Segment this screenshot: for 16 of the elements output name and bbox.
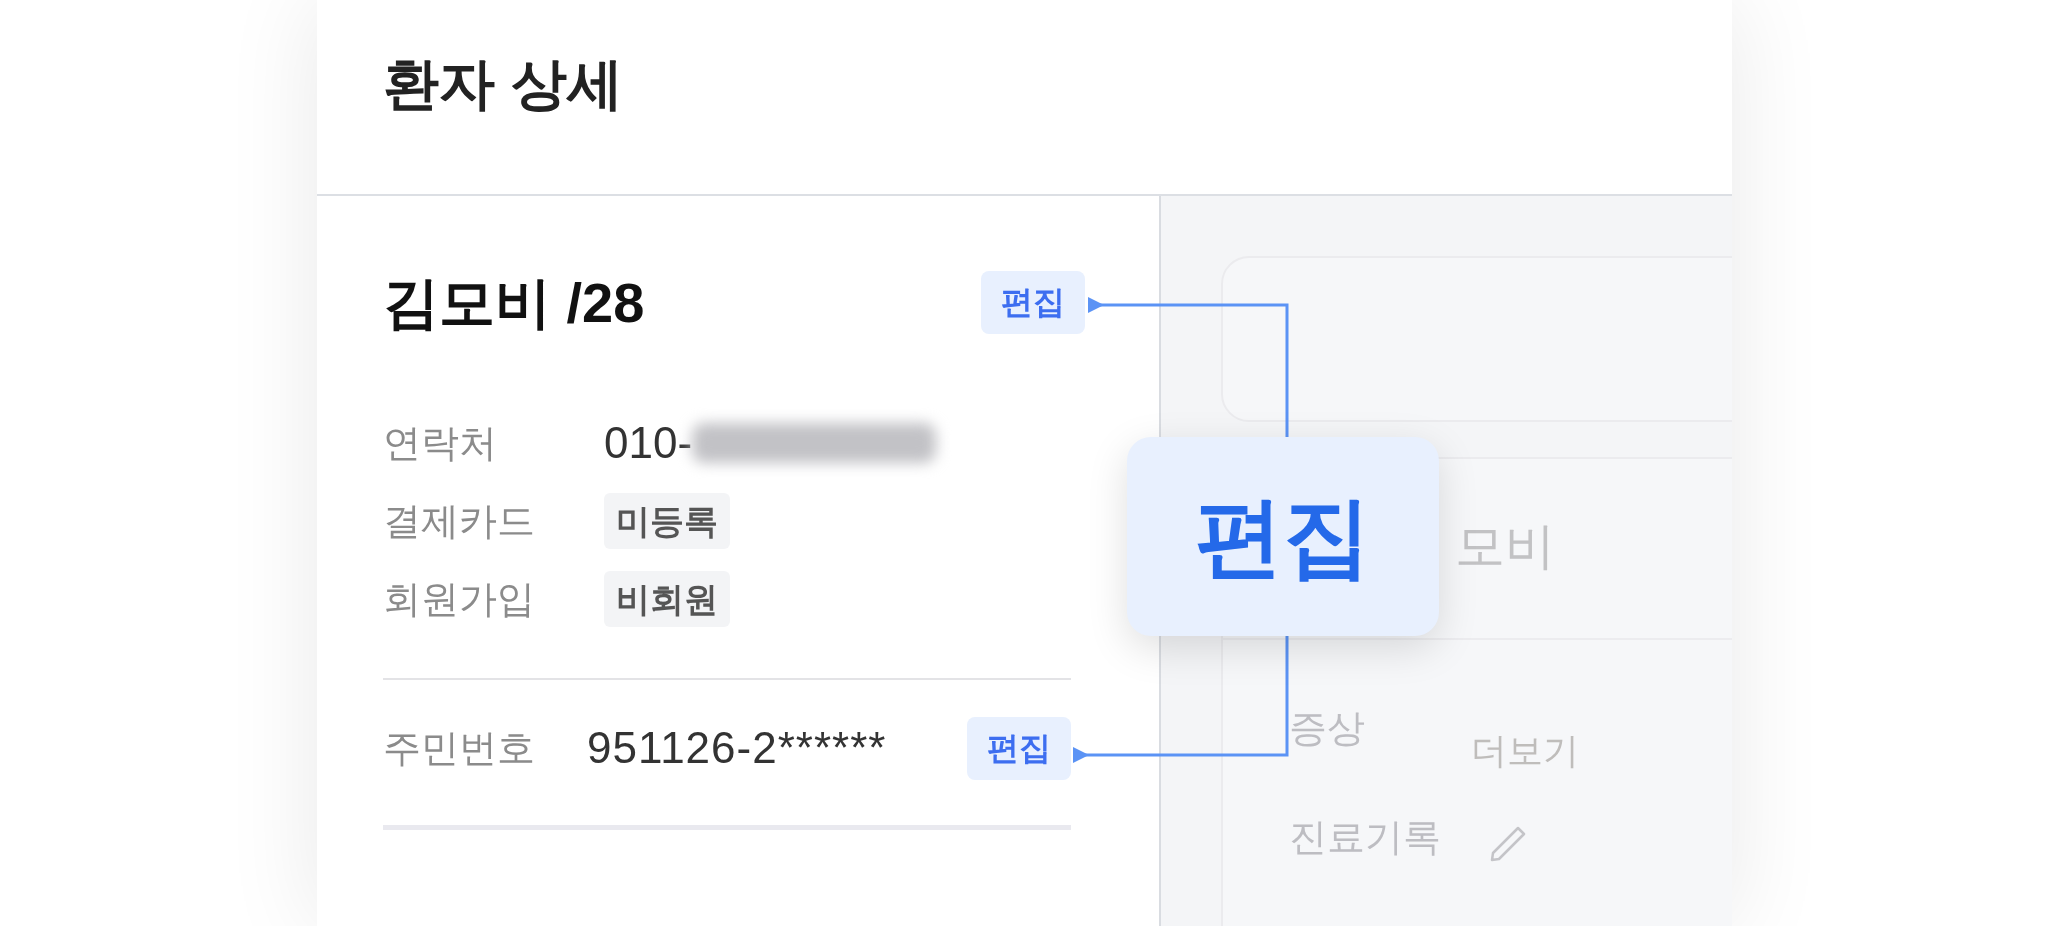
edit-button[interactable]: 편집 — [981, 271, 1085, 334]
page-title: 환자 상세 — [383, 51, 623, 117]
field-label: 연락처 — [383, 421, 498, 466]
status-tag: 미등록 — [604, 493, 730, 549]
patient-name: 김모비 /28 — [383, 270, 645, 336]
pencil-icon[interactable] — [1489, 825, 1527, 863]
field-label: 회원가입 — [383, 577, 536, 622]
callout-label: 편집 — [1127, 437, 1439, 636]
field-value: 951126-2****** — [587, 722, 887, 774]
field-value: 010- — [604, 417, 693, 469]
field-label: 주민번호 — [383, 726, 536, 771]
field-label: 결제카드 — [383, 499, 536, 544]
status-tag: 비회원 — [604, 571, 730, 627]
section-label: 증상 — [1289, 706, 1366, 751]
edit-button[interactable]: 편집 — [967, 716, 1071, 780]
section-label: 진료기록 — [1289, 815, 1442, 860]
